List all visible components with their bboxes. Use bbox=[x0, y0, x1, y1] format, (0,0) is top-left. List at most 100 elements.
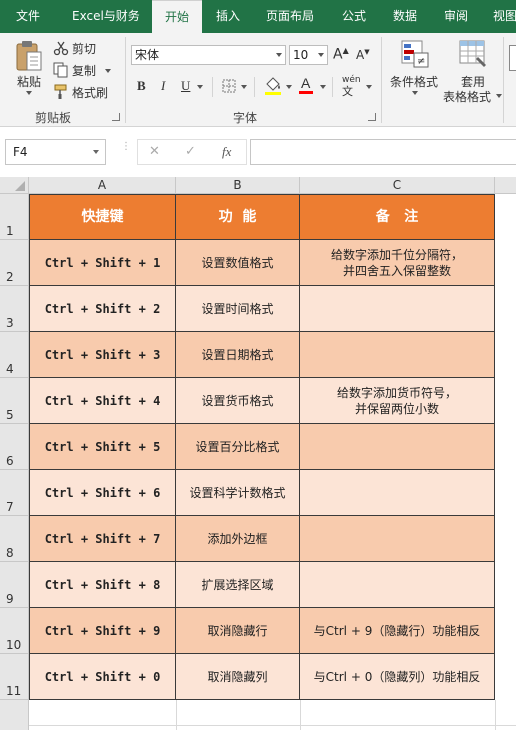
fill-color-button[interactable] bbox=[264, 76, 282, 99]
column-header-d[interactable] bbox=[495, 177, 516, 194]
table-cell-function[interactable]: 设置百分比格式 bbox=[176, 424, 300, 470]
conditional-format-dropdown-icon[interactable] bbox=[412, 91, 418, 95]
table-cell-shortcut[interactable]: Ctrl + Shift + 2 bbox=[29, 286, 176, 332]
column-header-b[interactable]: B bbox=[176, 177, 300, 194]
table-cell-note[interactable] bbox=[300, 562, 495, 608]
insert-function-icon[interactable]: fx bbox=[222, 144, 231, 160]
row-header-5[interactable]: 5 bbox=[0, 378, 29, 424]
table-cell-function[interactable]: 取消隐藏行 bbox=[176, 608, 300, 654]
enter-icon[interactable]: ✓ bbox=[185, 144, 196, 159]
copy-button[interactable]: 复制 bbox=[53, 61, 113, 79]
conditional-format-button[interactable]: ≠ bbox=[400, 39, 430, 72]
paste-dropdown-icon[interactable] bbox=[26, 91, 32, 95]
table-cell-shortcut[interactable]: Ctrl + Shift + 9 bbox=[29, 608, 176, 654]
chevron-down-icon[interactable] bbox=[93, 150, 99, 154]
table-cell-shortcut[interactable]: Ctrl + Shift + 1 bbox=[29, 240, 176, 286]
bold-button[interactable]: B bbox=[137, 78, 146, 94]
row-header-3[interactable]: 3 bbox=[0, 286, 29, 332]
increase-font-size-icon[interactable]: A▲ bbox=[333, 46, 349, 63]
phonetic-dropdown-icon[interactable] bbox=[366, 85, 372, 89]
phonetic-button[interactable]: wén 文 bbox=[342, 75, 361, 99]
tab-home[interactable]: 开始 bbox=[152, 0, 202, 33]
table-cell-note[interactable] bbox=[300, 516, 495, 562]
font-color-button[interactable]: A bbox=[298, 75, 314, 98]
table-cell-note[interactable]: 与Ctrl + 9（隐藏行）功能相反 bbox=[300, 608, 495, 654]
copy-dropdown-icon[interactable] bbox=[105, 69, 111, 73]
table-cell-shortcut[interactable]: Ctrl + Shift + 8 bbox=[29, 562, 176, 608]
table-format-button[interactable] bbox=[458, 39, 488, 72]
table-format-dropdown-icon[interactable] bbox=[496, 94, 502, 98]
row-header-11[interactable]: 11 bbox=[0, 654, 29, 700]
header-cell-note[interactable]: 备 注 bbox=[300, 194, 495, 240]
table-cell-shortcut[interactable]: Ctrl + Shift + 7 bbox=[29, 516, 176, 562]
table-cell-function[interactable]: 设置数值格式 bbox=[176, 240, 300, 286]
table-cell-note[interactable] bbox=[300, 470, 495, 516]
cell-styles-icon[interactable] bbox=[509, 45, 516, 71]
table-cell-function[interactable]: 设置货币格式 bbox=[176, 378, 300, 424]
paste-label[interactable]: 粘贴 bbox=[17, 73, 41, 90]
decrease-font-size-icon[interactable]: A▼ bbox=[356, 48, 370, 62]
table-cell-function[interactable]: 设置科学计数格式 bbox=[176, 470, 300, 516]
chevron-down-icon[interactable] bbox=[318, 53, 324, 57]
table-cell-shortcut[interactable]: Ctrl + Shift + 0 bbox=[29, 654, 176, 700]
table-cell-shortcut[interactable]: Ctrl + Shift + 3 bbox=[29, 332, 176, 378]
name-box[interactable]: F4 bbox=[5, 139, 106, 165]
tab-excel-finance[interactable]: Excel与财务 bbox=[72, 0, 140, 33]
row-header-8[interactable]: 8 bbox=[0, 516, 29, 562]
table-cell-function[interactable]: 添加外边框 bbox=[176, 516, 300, 562]
table-cell-function[interactable]: 设置日期格式 bbox=[176, 332, 300, 378]
table-cell-shortcut[interactable]: Ctrl + Shift + 5 bbox=[29, 424, 176, 470]
underline-button[interactable]: U bbox=[181, 78, 190, 94]
header-cell-shortcut[interactable]: 快捷键 bbox=[29, 194, 176, 240]
select-all-corner[interactable] bbox=[0, 177, 29, 194]
table-cell-shortcut[interactable]: Ctrl + Shift + 4 bbox=[29, 378, 176, 424]
clipboard-launcher-icon[interactable] bbox=[112, 113, 120, 121]
conditional-format-label[interactable]: 条件格式 bbox=[390, 73, 438, 90]
column-header-c[interactable]: C bbox=[300, 177, 495, 194]
table-cell-function[interactable]: 设置时间格式 bbox=[176, 286, 300, 332]
chevron-down-icon[interactable] bbox=[276, 53, 282, 57]
tab-insert[interactable]: 插入 bbox=[216, 0, 240, 33]
formula-input[interactable] bbox=[250, 139, 516, 165]
row-header-12[interactable] bbox=[0, 700, 29, 730]
fill-color-dropdown-icon[interactable] bbox=[286, 85, 292, 89]
tab-file[interactable]: 文件 bbox=[16, 0, 40, 33]
header-cell-function[interactable]: 功 能 bbox=[176, 194, 300, 240]
table-cell-note[interactable]: 给数字添加千位分隔符， 并四舍五入保留整数 bbox=[300, 240, 495, 286]
font-name-combo[interactable]: 宋体 bbox=[131, 45, 286, 65]
column-header-a[interactable]: A bbox=[29, 177, 176, 194]
row-header-1[interactable]: 1 bbox=[0, 194, 29, 240]
tab-review[interactable]: 审阅 bbox=[444, 0, 468, 33]
table-format-label-2[interactable]: 表格格式 bbox=[443, 88, 491, 105]
font-size-combo[interactable]: 10 bbox=[289, 45, 328, 65]
border-dropdown-icon[interactable] bbox=[241, 85, 247, 89]
row-header-9[interactable]: 9 bbox=[0, 562, 29, 608]
cancel-icon[interactable]: ✕ bbox=[149, 144, 160, 159]
paste-button[interactable] bbox=[14, 40, 44, 75]
underline-dropdown-icon[interactable] bbox=[197, 85, 203, 89]
table-cell-function[interactable]: 取消隐藏列 bbox=[176, 654, 300, 700]
row-header-7[interactable]: 7 bbox=[0, 470, 29, 516]
font-launcher-icon[interactable] bbox=[368, 113, 376, 121]
drag-handle-icon[interactable]: ⋮ bbox=[121, 142, 131, 152]
border-button[interactable] bbox=[222, 79, 236, 96]
table-cell-note[interactable]: 给数字添加货币符号， 并保留两位小数 bbox=[300, 378, 495, 424]
cut-button[interactable]: 剪切 bbox=[53, 39, 113, 57]
table-cell-function[interactable]: 扩展选择区域 bbox=[176, 562, 300, 608]
format-painter-button[interactable]: 格式刷 bbox=[53, 83, 113, 101]
row-header-4[interactable]: 4 bbox=[0, 332, 29, 378]
tab-page-layout[interactable]: 页面布局 bbox=[266, 0, 314, 33]
row-header-10[interactable]: 10 bbox=[0, 608, 29, 654]
table-cell-note[interactable] bbox=[300, 424, 495, 470]
table-cell-note[interactable] bbox=[300, 286, 495, 332]
table-cell-note[interactable] bbox=[300, 332, 495, 378]
tab-data[interactable]: 数据 bbox=[393, 0, 417, 33]
italic-button[interactable]: I bbox=[161, 78, 165, 94]
row-header-2[interactable]: 2 bbox=[0, 240, 29, 286]
row-header-6[interactable]: 6 bbox=[0, 424, 29, 470]
table-cell-shortcut[interactable]: Ctrl + Shift + 6 bbox=[29, 470, 176, 516]
tab-view[interactable]: 视图 bbox=[493, 0, 516, 33]
font-color-dropdown-icon[interactable] bbox=[320, 85, 326, 89]
table-cell-note[interactable]: 与Ctrl + 0（隐藏列）功能相反 bbox=[300, 654, 495, 700]
tab-formulas[interactable]: 公式 bbox=[342, 0, 366, 33]
